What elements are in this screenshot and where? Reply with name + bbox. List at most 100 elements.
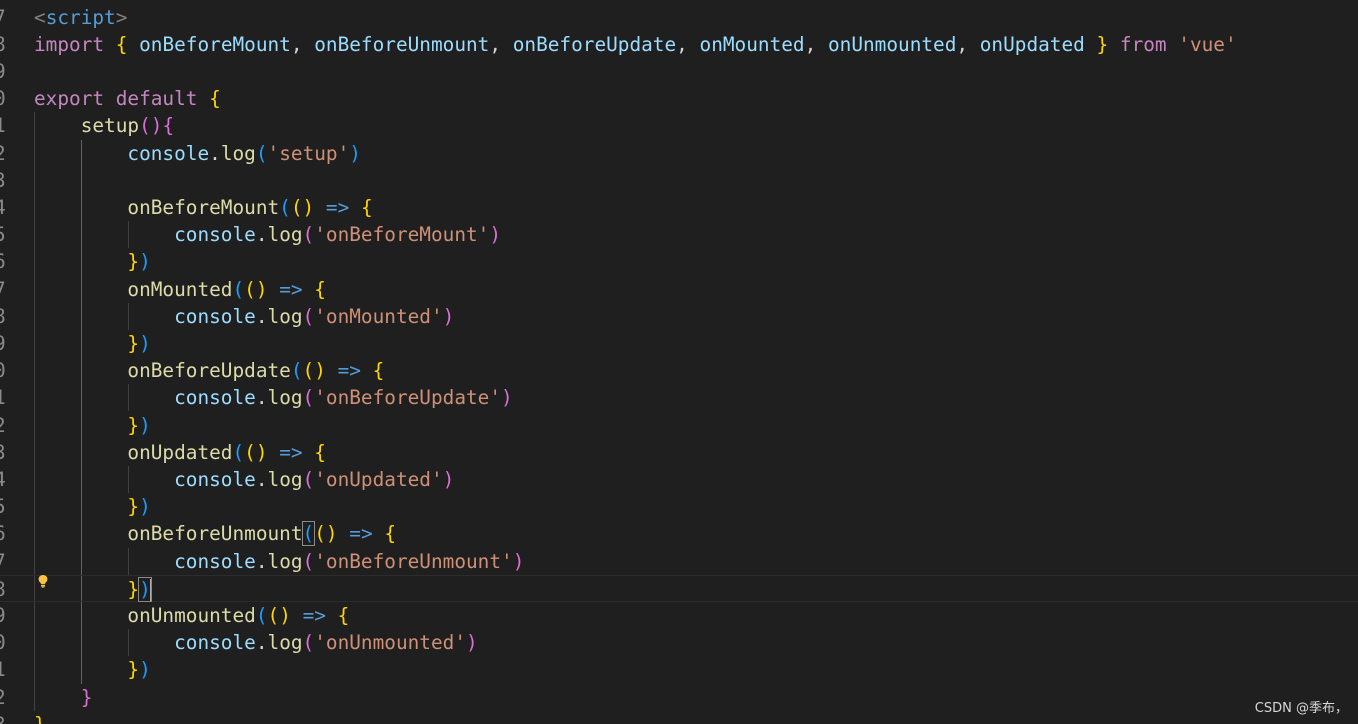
line-number: 2	[0, 140, 14, 167]
code-token: onUpdated	[979, 32, 1085, 56]
line-number: 3	[0, 711, 14, 724]
line-code: })	[34, 656, 150, 683]
code-token: console	[174, 304, 256, 328]
code-token: }	[127, 413, 140, 437]
code-line[interactable]: 2 })	[0, 412, 1358, 439]
code-line[interactable]: 7 onMounted(() => {	[0, 276, 1358, 303]
code-token: onBeforeMount	[127, 195, 280, 219]
line-number: 7	[0, 276, 14, 303]
code-line[interactable]: 8 console.log('onMounted')	[0, 303, 1358, 330]
code-line[interactable]: 9 })	[0, 330, 1358, 357]
code-token: onUnmounted	[127, 603, 256, 627]
code-line[interactable]: 6 })	[0, 248, 1358, 275]
line-code: })	[34, 493, 150, 520]
line-number: 2	[0, 684, 14, 711]
code-token: ,	[489, 32, 513, 56]
code-line[interactable]: 3	[0, 167, 1358, 194]
code-line[interactable]: 2 console.log('setup')	[0, 140, 1358, 167]
code-token: (	[232, 277, 245, 301]
code-token: (	[255, 603, 268, 627]
code-token: }	[127, 577, 140, 601]
code-token: =>	[349, 522, 373, 546]
code-line[interactable]: 9	[0, 58, 1358, 85]
code-line[interactable]: 1 setup(){	[0, 112, 1358, 139]
code-token: ()	[244, 277, 268, 301]
code-token: onBeforeMount	[127, 32, 291, 56]
code-token: log	[267, 304, 303, 328]
line-number: 4	[0, 466, 14, 493]
line-code: onBeforeUnmount(() => {	[34, 520, 396, 547]
code-token: script	[45, 5, 116, 29]
code-token: ,	[804, 32, 828, 56]
code-line[interactable]: 7 <script>	[0, 4, 1358, 31]
code-token: {	[372, 359, 385, 383]
code-line[interactable]: 5 })	[0, 493, 1358, 520]
code-token: )	[442, 304, 455, 328]
code-token: <	[34, 5, 46, 29]
code-token: ()	[139, 114, 163, 138]
code-token: (	[302, 223, 315, 247]
line-number: 1	[0, 384, 14, 411]
code-line[interactable]: 0 onBeforeUpdate(() => {	[0, 357, 1358, 384]
code-line[interactable]: 9 onUnmounted(() => {	[0, 602, 1358, 629]
code-token: {	[314, 277, 326, 301]
code-token: }	[127, 658, 140, 682]
code-line[interactable]: 3}	[0, 711, 1358, 724]
code-token: console	[174, 467, 256, 491]
line-number: 3	[0, 439, 14, 466]
code-line[interactable]: 1 console.log('onBeforeUpdate')	[0, 384, 1358, 411]
code-editor[interactable]: 7 <script>8import { onBeforeMount, onBefo…	[0, 0, 1358, 724]
code-token: =>	[279, 277, 303, 301]
code-token: {	[384, 522, 396, 546]
code-token: >	[115, 5, 128, 29]
code-token: (	[302, 549, 315, 573]
line-number: 0	[0, 357, 14, 384]
code-line[interactable]: 6 onBeforeUnmount(() => {	[0, 520, 1358, 547]
code-token: ()	[244, 440, 268, 464]
code-token: {	[314, 440, 326, 464]
line-code: }	[34, 711, 46, 724]
code-line[interactable]: 4 console.log('onUpdated')	[0, 466, 1358, 493]
code-line[interactable]: 8 })	[0, 574, 1358, 602]
code-line[interactable]: 0 export default {	[0, 85, 1358, 112]
text-cursor	[149, 579, 152, 602]
code-line[interactable]: 2 }	[0, 684, 1358, 711]
line-number: 7	[0, 4, 14, 31]
line-code: onMounted(() => {	[34, 276, 326, 303]
line-code: console.log('onBeforeUnmount')	[34, 548, 524, 575]
code-line[interactable]: 0 console.log('onUnmounted')	[0, 629, 1358, 656]
code-line[interactable]: 7 console.log('onBeforeUnmount')	[0, 548, 1358, 575]
code-token: console	[174, 631, 256, 655]
code-line[interactable]: 5 console.log('onBeforeMount')	[0, 221, 1358, 248]
line-code: console.log('onUnmounted')	[34, 629, 478, 656]
code-token: .	[255, 223, 268, 247]
code-token: log	[267, 549, 303, 573]
line-number: 4	[0, 194, 14, 221]
code-token: {	[360, 195, 373, 219]
line-code: onUnmounted(() => {	[34, 602, 349, 629]
line-code: }	[34, 684, 93, 711]
code-token: {	[162, 114, 175, 138]
code-token: {	[209, 87, 221, 111]
lightbulb-icon[interactable]	[36, 574, 50, 588]
line-code: console.log('setup')	[34, 140, 361, 167]
code-token: )	[512, 549, 525, 573]
code-line[interactable]: 3 onUpdated(() => {	[0, 439, 1358, 466]
code-token: .	[255, 467, 268, 491]
code-token: log	[267, 631, 303, 655]
code-line[interactable]: 4 onBeforeMount(() => {	[0, 194, 1358, 221]
code-line[interactable]: 8 import { onBeforeMount, onBeforeUnmount…	[0, 31, 1358, 58]
code-line[interactable]: 1 })	[0, 656, 1358, 683]
line-code: })	[34, 248, 150, 275]
line-number: 6	[0, 248, 14, 275]
